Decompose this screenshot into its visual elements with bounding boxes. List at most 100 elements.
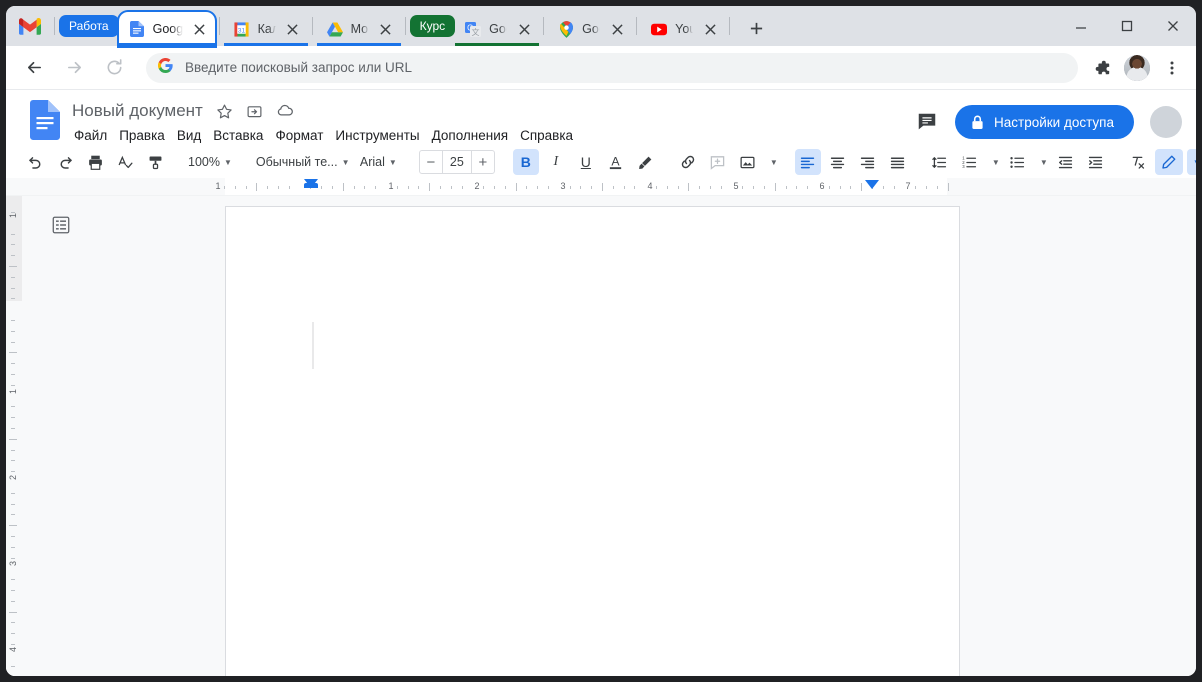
insert-link-icon[interactable] <box>675 149 701 175</box>
font-size-increase-button[interactable]: + <box>472 151 494 173</box>
menu-view[interactable]: Вид <box>171 126 207 145</box>
tab-close-button[interactable] <box>191 20 209 38</box>
line-spacing-icon[interactable] <box>927 149 953 175</box>
ruler-minor-tick <box>678 186 679 189</box>
insert-image-dropdown[interactable]: ▼ <box>765 149 779 175</box>
maximize-button[interactable] <box>1104 6 1150 46</box>
account-avatar[interactable] <box>1150 106 1182 138</box>
tab-group-rabota[interactable]: Работа <box>59 15 119 37</box>
bold-button[interactable]: B <box>513 149 539 175</box>
align-justify-icon[interactable] <box>885 149 911 175</box>
doc-title-block: Новый документ Файл Правка Вид Вставка Ф… <box>72 96 579 145</box>
ruler-minor-tick <box>710 186 711 189</box>
minimize-button[interactable] <box>1058 6 1104 46</box>
tab-close-button[interactable] <box>608 20 626 38</box>
reload-icon[interactable] <box>97 51 131 85</box>
new-tab-button[interactable] <box>742 14 770 42</box>
menu-format[interactable]: Формат <box>269 126 329 145</box>
forward-icon[interactable] <box>57 51 91 85</box>
tab-google-drive[interactable]: Мой <box>317 12 401 46</box>
font-size-input[interactable]: 25 <box>442 151 472 173</box>
align-right-icon[interactable] <box>855 149 881 175</box>
clear-formatting-icon[interactable] <box>1125 149 1151 175</box>
font-size-decrease-button[interactable]: − <box>420 151 442 173</box>
profile-avatar[interactable] <box>1124 55 1150 81</box>
numbered-list-dropdown[interactable]: ▼ <box>987 149 1001 175</box>
tab-google-docs[interactable]: Goog <box>119 12 215 46</box>
tab-label: Goo <box>582 22 600 36</box>
google-docs-icon[interactable] <box>28 100 62 144</box>
tab-close-button[interactable] <box>377 20 395 38</box>
extensions-icon[interactable] <box>1086 52 1118 84</box>
move-to-folder-icon[interactable] <box>243 99 267 123</box>
lock-icon <box>971 115 984 130</box>
text-color-button[interactable]: A <box>603 149 629 175</box>
decrease-indent-icon[interactable] <box>1053 149 1079 175</box>
underline-button[interactable]: U <box>573 149 599 175</box>
tab-group-kurs[interactable]: Курс <box>410 15 456 37</box>
paragraph-style-select[interactable]: Обычный те... ▼ <box>250 149 342 175</box>
left-indent-marker[interactable] <box>304 179 318 188</box>
tab-google-translate[interactable]: G 文 Goo <box>455 12 539 46</box>
gmail-icon[interactable] <box>10 9 50 43</box>
address-bar[interactable]: Введите поисковый запрос или URL <box>146 53 1078 83</box>
add-comment-icon[interactable] <box>705 149 731 175</box>
star-icon[interactable] <box>213 99 237 123</box>
ruler-minor-tick <box>11 212 15 213</box>
document-outline-icon[interactable] <box>48 212 74 238</box>
tab-google-calendar[interactable]: 31 Кал <box>224 12 308 46</box>
ruler-minor-tick <box>688 183 689 191</box>
ruler-minor-tick <box>256 183 257 191</box>
ruler-tick: 3 <box>560 181 565 191</box>
close-button[interactable] <box>1150 6 1196 46</box>
tab-youtube[interactable]: You <box>641 12 725 46</box>
ruler-minor-tick <box>11 331 15 332</box>
menu-file[interactable]: Файл <box>68 126 113 145</box>
open-comment-history-icon[interactable] <box>909 104 945 140</box>
share-button[interactable]: Настройки доступа <box>955 105 1134 139</box>
ruler-minor-tick <box>11 633 15 634</box>
tab-label: You <box>675 22 693 36</box>
redo-icon[interactable] <box>52 149 78 175</box>
paint-format-icon[interactable] <box>142 149 168 175</box>
right-indent-marker[interactable] <box>865 180 879 189</box>
spellcheck-icon[interactable] <box>112 149 138 175</box>
back-icon[interactable] <box>17 51 51 85</box>
menu-edit[interactable]: Правка <box>113 126 171 145</box>
italic-button[interactable]: I <box>543 149 569 175</box>
tab-close-button[interactable] <box>701 20 719 38</box>
tab-google-maps[interactable]: Goo <box>548 12 632 46</box>
page-title[interactable]: Новый документ <box>72 101 207 121</box>
bulleted-list-dropdown[interactable]: ▼ <box>1035 149 1049 175</box>
edit-mode-pencil-icon[interactable] <box>1155 149 1183 175</box>
svg-text:A: A <box>612 154 621 168</box>
menu-addons[interactable]: Дополнения <box>426 126 514 145</box>
menu-tools[interactable]: Инструменты <box>329 126 425 145</box>
document-page[interactable] <box>225 206 960 676</box>
increase-indent-icon[interactable] <box>1083 149 1109 175</box>
cloud-saved-icon[interactable] <box>273 99 297 123</box>
undo-icon[interactable] <box>22 149 48 175</box>
edit-mode-dropdown[interactable]: ▼ <box>1187 149 1196 175</box>
print-icon[interactable] <box>82 149 108 175</box>
tab-close-button[interactable] <box>515 20 533 38</box>
tab-close-button[interactable] <box>284 20 302 38</box>
ruler-tick: 2 <box>474 181 479 191</box>
font-select[interactable]: Arial ▼ <box>354 149 403 175</box>
menu-insert[interactable]: Вставка <box>207 126 269 145</box>
ruler-minor-tick <box>926 186 927 189</box>
align-left-icon[interactable] <box>795 149 821 175</box>
browser-menu-icon[interactable] <box>1156 52 1188 84</box>
ruler-minor-tick <box>11 374 15 375</box>
numbered-list-icon[interactable]: 123 <box>957 149 983 175</box>
zoom-select[interactable]: 100% ▼ <box>182 149 238 175</box>
insert-image-icon[interactable] <box>735 149 761 175</box>
horizontal-ruler[interactable]: 11234567 <box>6 178 1196 196</box>
google-translate-icon: G 文 <box>465 21 481 37</box>
vertical-ruler[interactable]: 11234 <box>6 196 22 676</box>
menu-help[interactable]: Справка <box>514 126 579 145</box>
align-center-icon[interactable] <box>825 149 851 175</box>
highlight-icon[interactable] <box>633 149 659 175</box>
ruler-minor-tick <box>11 385 15 386</box>
bulleted-list-icon[interactable] <box>1005 149 1031 175</box>
